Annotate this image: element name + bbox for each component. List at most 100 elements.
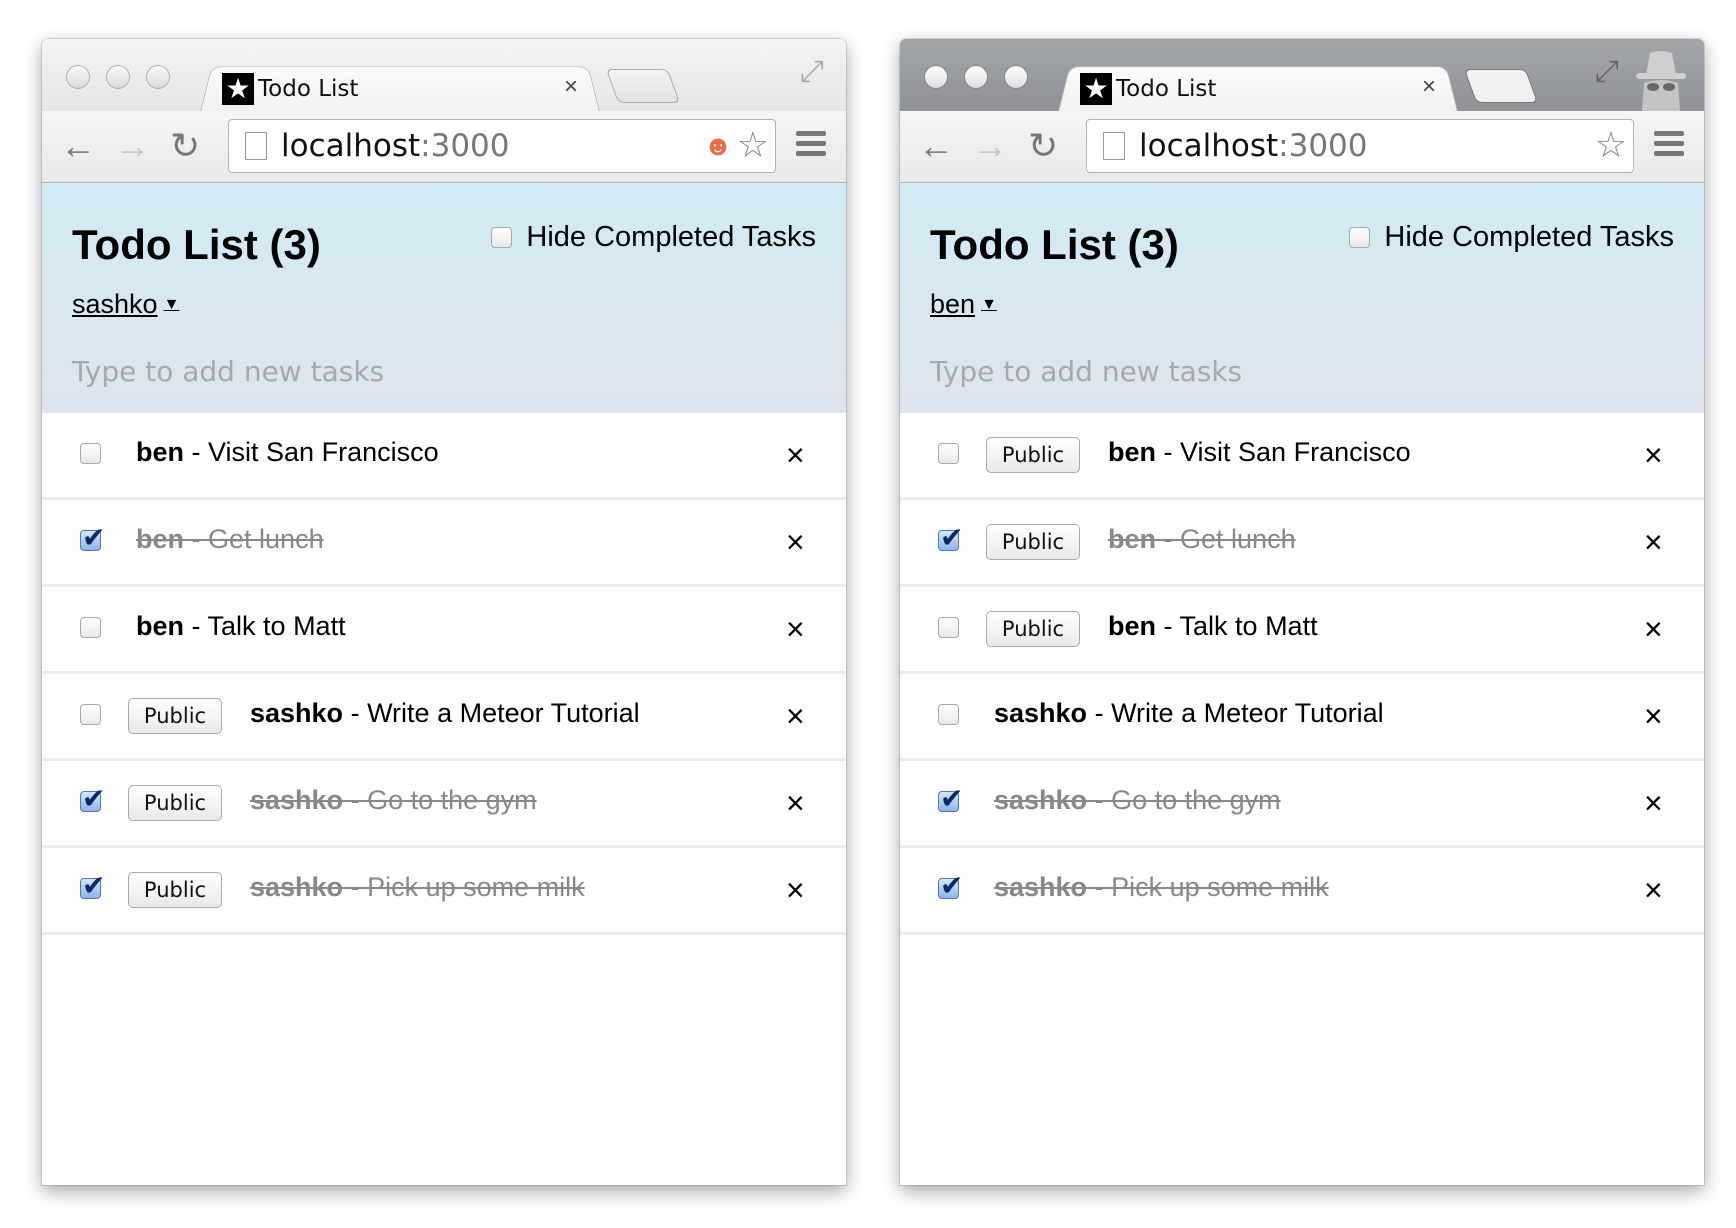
task-checkbox[interactable] bbox=[938, 869, 963, 902]
task-checkbox[interactable] bbox=[80, 704, 101, 725]
delete-icon[interactable]: × bbox=[1644, 524, 1663, 561]
task-checkbox[interactable] bbox=[80, 521, 105, 554]
app-header: Todo List (3) Hide Completed Tasks ben ▼ Typ… bbox=[900, 183, 1704, 413]
task-separator: - bbox=[343, 872, 368, 902]
star-favicon-icon: ★ bbox=[222, 73, 254, 105]
task-owner: ben bbox=[1108, 611, 1157, 641]
address-bar[interactable]: localhost:3000 ☻ ☆ bbox=[228, 119, 776, 173]
hide-completed-toggle[interactable]: Hide Completed Tasks bbox=[491, 221, 816, 254]
fullscreen-icon[interactable]: ⤢ bbox=[800, 55, 824, 89]
tab-close-icon[interactable]: × bbox=[564, 73, 578, 101]
tab-title: Todo List bbox=[1116, 76, 1217, 102]
task-owner: sashko bbox=[994, 698, 1088, 728]
task-checkbox[interactable] bbox=[938, 521, 963, 554]
task-row: ben - Get lunch × bbox=[42, 500, 846, 587]
window-zoom-button[interactable] bbox=[1004, 65, 1028, 89]
window-controls bbox=[924, 65, 1028, 89]
window-zoom-button[interactable] bbox=[146, 65, 170, 89]
task-owner: sashko bbox=[250, 698, 344, 728]
new-task-input[interactable]: Type to add new tasks bbox=[930, 355, 1630, 395]
task-checkbox[interactable] bbox=[938, 704, 959, 725]
delete-icon[interactable]: × bbox=[1644, 437, 1663, 474]
task-list: Public ben - Visit San Francisco × Public be… bbox=[900, 413, 1704, 935]
chrome-menu-icon[interactable] bbox=[1654, 131, 1684, 161]
task-separator: - bbox=[1087, 698, 1112, 728]
reload-icon[interactable]: ↻ bbox=[1028, 125, 1058, 167]
privacy-toggle-button[interactable]: Public bbox=[986, 524, 1080, 560]
task-checkbox[interactable] bbox=[80, 617, 101, 638]
hide-completed-toggle[interactable]: Hide Completed Tasks bbox=[1349, 221, 1674, 254]
task-text: ben - Visit San Francisco bbox=[1108, 437, 1411, 468]
task-separator: - bbox=[1156, 524, 1181, 554]
task-description: Go to the gym bbox=[1111, 785, 1281, 815]
privacy-toggle-button[interactable]: Public bbox=[128, 872, 222, 908]
reload-icon[interactable]: ↻ bbox=[170, 125, 200, 167]
privacy-toggle-button[interactable]: Public bbox=[986, 437, 1080, 473]
app-header: Todo List (3) Hide Completed Tasks sashko ▼… bbox=[42, 183, 846, 413]
task-separator: - bbox=[1156, 437, 1181, 467]
user-dropdown[interactable]: ben ▼ bbox=[930, 289, 997, 320]
hide-completed-checkbox[interactable] bbox=[1349, 227, 1371, 248]
tab-title: Todo List bbox=[258, 76, 359, 102]
task-separator: - bbox=[1087, 872, 1112, 902]
chevron-down-icon: ▼ bbox=[163, 295, 180, 313]
chrome-menu-icon[interactable] bbox=[796, 131, 826, 161]
privacy-toggle-button[interactable]: Public bbox=[128, 785, 222, 821]
forward-arrow-icon[interactable]: → bbox=[972, 125, 1008, 167]
privacy-toggle-button[interactable]: Public bbox=[986, 611, 1080, 647]
task-separator: - bbox=[1156, 611, 1180, 641]
task-separator: - bbox=[184, 524, 209, 554]
new-tab-button[interactable] bbox=[605, 69, 681, 103]
url-port: :3000 bbox=[1278, 128, 1368, 164]
task-row: ben - Visit San Francisco × bbox=[42, 413, 846, 500]
delete-icon[interactable]: × bbox=[786, 524, 805, 561]
browser-window: ★ Todo List × ⤢ ← → ↻ localhost:3000 ☻ ☆ Todo List… bbox=[42, 39, 846, 1185]
task-description: Go to the gym bbox=[367, 785, 537, 815]
fullscreen-icon[interactable]: ⤢ bbox=[1595, 55, 1619, 89]
delete-icon[interactable]: × bbox=[1644, 785, 1663, 822]
hide-completed-label: Hide Completed Tasks bbox=[1384, 221, 1674, 253]
task-checkbox[interactable] bbox=[80, 782, 105, 815]
new-tab-button[interactable] bbox=[1463, 69, 1539, 103]
back-arrow-icon[interactable]: ← bbox=[918, 125, 954, 167]
task-checkbox[interactable] bbox=[938, 443, 959, 464]
delete-icon[interactable]: × bbox=[786, 698, 805, 735]
tab-close-icon[interactable]: × bbox=[1422, 73, 1436, 101]
task-checkbox[interactable] bbox=[938, 617, 959, 638]
task-owner: ben bbox=[136, 437, 185, 467]
delete-icon[interactable]: × bbox=[1644, 611, 1663, 648]
delete-icon[interactable]: × bbox=[1644, 872, 1663, 909]
active-tab-content[interactable]: ★ Todo List × bbox=[222, 69, 592, 109]
bookmark-star-icon[interactable]: ☆ bbox=[1595, 124, 1627, 166]
address-bar-icons: ☆ bbox=[1595, 124, 1627, 166]
tab-strip: ★ Todo List × ⤢ bbox=[42, 39, 846, 112]
page-icon bbox=[1103, 132, 1125, 160]
window-close-button[interactable] bbox=[66, 65, 90, 89]
task-checkbox[interactable] bbox=[938, 782, 963, 815]
active-tab-content[interactable]: ★ Todo List × bbox=[1080, 69, 1450, 109]
hide-completed-checkbox[interactable] bbox=[491, 227, 513, 248]
delete-icon[interactable]: × bbox=[786, 437, 805, 474]
task-owner: ben bbox=[1108, 437, 1157, 467]
reddit-alien-icon[interactable]: ☻ bbox=[703, 124, 732, 168]
window-minimize-button[interactable] bbox=[106, 65, 130, 89]
forward-arrow-icon[interactable]: → bbox=[114, 125, 150, 167]
back-arrow-icon[interactable]: ← bbox=[60, 125, 96, 167]
task-owner: ben bbox=[136, 611, 185, 641]
user-dropdown[interactable]: sashko ▼ bbox=[72, 289, 179, 320]
task-description: Get lunch bbox=[1180, 524, 1296, 554]
window-close-button[interactable] bbox=[924, 65, 948, 89]
address-bar[interactable]: localhost:3000 ☆ bbox=[1086, 119, 1634, 173]
task-checkbox[interactable] bbox=[80, 443, 101, 464]
delete-icon[interactable]: × bbox=[1644, 698, 1663, 735]
hide-completed-label: Hide Completed Tasks bbox=[526, 221, 816, 253]
delete-icon[interactable]: × bbox=[786, 872, 805, 909]
delete-icon[interactable]: × bbox=[786, 785, 805, 822]
privacy-toggle-button[interactable]: Public bbox=[128, 698, 222, 734]
window-minimize-button[interactable] bbox=[964, 65, 988, 89]
task-row: ben - Talk to Matt × bbox=[42, 587, 846, 674]
bookmark-star-icon[interactable]: ☆ bbox=[737, 124, 769, 168]
delete-icon[interactable]: × bbox=[786, 611, 805, 648]
new-task-input[interactable]: Type to add new tasks bbox=[72, 355, 772, 395]
task-checkbox[interactable] bbox=[80, 869, 105, 902]
